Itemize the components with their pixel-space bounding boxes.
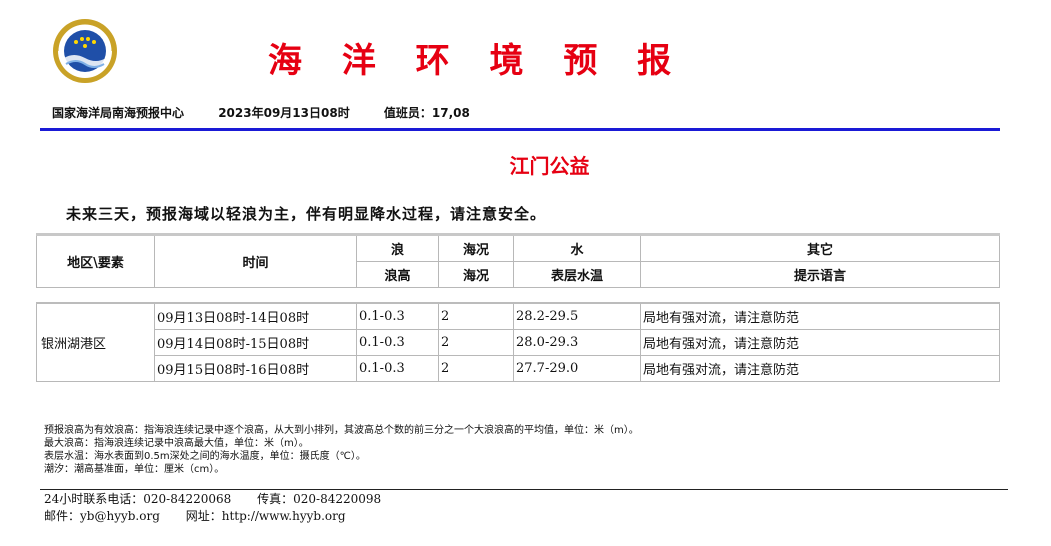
header-sea-group: 海况 <box>438 233 514 262</box>
forecast-summary: 未来三天，预报海域以轻浪为主，伴有明显降水过程，请注意安全。 <box>66 205 547 223</box>
cell-sea-state: 2 <box>438 355 514 382</box>
header-sst: 表层水温 <box>513 261 641 288</box>
cell-wave-height: 0.1-0.3 <box>356 329 439 356</box>
issuer: 国家海洋局南海预报中心 <box>52 106 185 120</box>
note-wave-height: 预报浪高为有效浪高：指海浪连续记录中逐个浪高，从大到小排列，其波高总个数的前三分… <box>44 425 639 436</box>
contact-fax: 传真：020-84220098 <box>257 492 382 506</box>
national-ocean-logo-icon <box>52 18 118 84</box>
issue-datetime: 2023年09月13日08时 <box>218 106 350 120</box>
cell-sea-state: 2 <box>438 302 514 330</box>
station-title: 江门公益 <box>509 154 590 178</box>
cell-sst: 28.0-29.3 <box>513 329 641 356</box>
header-sea-state: 海况 <box>438 261 514 288</box>
table-spacer-row <box>36 287 1000 304</box>
note-sst: 表层水温：海水表面到0.5m深处之间的海水温度，单位：摄氏度（℃）。 <box>44 451 366 462</box>
notes-block: 预报浪高为有效浪高：指海浪连续记录中逐个浪高，从大到小排列，其波高总个数的前三分… <box>44 424 639 476</box>
cell-time: 09月15日08时-16日08时 <box>154 355 357 382</box>
header-wave-group: 浪 <box>356 233 439 262</box>
cell-hint: 局地有强对流，请注意防范 <box>640 329 1000 356</box>
header-other-group: 其它 <box>640 233 1000 262</box>
footer-divider <box>40 489 1008 490</box>
header-hint: 提示语言 <box>640 261 1000 288</box>
note-max-wave: 最大浪高：指海浪连续记录中浪高最大值，单位：米（m）。 <box>44 438 309 449</box>
table-row: 09月14日08时-15日08时 0.1-0.3 2 28.0-29.3 局地有… <box>37 329 1000 356</box>
forecast-table: 地区\要素 时间 浪 海况 水 其它 浪高 海况 表层水温 提示语言 银洲湖港区… <box>36 233 1000 382</box>
cell-sea-state: 2 <box>438 329 514 356</box>
contact-website[interactable]: 网址：http://www.hyyb.org <box>186 509 346 523</box>
region-name: 银洲湖港区 <box>36 302 155 382</box>
note-tide: 潮汐：潮高基准面，单位：厘米（cm）。 <box>44 464 225 475</box>
table-row: 银洲湖港区 09月13日08时-14日08时 0.1-0.3 2 28.2-29… <box>36 302 1000 382</box>
table-row: 09月15日08时-16日08时 0.1-0.3 2 27.7-29.0 局地有… <box>37 355 1000 382</box>
cell-sst: 27.7-29.0 <box>513 355 641 382</box>
contact-email[interactable]: 邮件：yb@hyyb.org <box>44 509 160 523</box>
cell-time: 09月13日08时-14日08时 <box>154 302 357 330</box>
contact-phone: 24小时联系电话：020-84220068 <box>44 492 232 506</box>
contact-block: 24小时联系电话：020-84220068 传真：020-84220098 邮件… <box>44 491 403 525</box>
header-water-group: 水 <box>513 233 641 262</box>
header-region: 地区\要素 <box>36 233 155 288</box>
cell-time: 09月14日08时-15日08时 <box>154 329 357 356</box>
cell-wave-height: 0.1-0.3 <box>356 302 439 330</box>
header-wave-height: 浪高 <box>356 261 439 288</box>
header-time: 时间 <box>154 233 357 288</box>
cell-wave-height: 0.1-0.3 <box>356 355 439 382</box>
cell-sst: 28.2-29.5 <box>513 302 641 330</box>
on-duty-staff: 值班员：17,08 <box>383 106 470 120</box>
issuer-line: 国家海洋局南海预报中心 2023年09月13日08时 值班员：17,08 <box>52 104 470 121</box>
header-divider <box>40 128 1000 131</box>
table-header-row: 地区\要素 时间 浪 海况 水 其它 <box>36 233 1000 288</box>
page-title: 海 洋 环 境 预 报 <box>268 41 686 81</box>
cell-hint: 局地有强对流，请注意防范 <box>640 302 1000 330</box>
cell-hint: 局地有强对流，请注意防范 <box>640 355 1000 382</box>
